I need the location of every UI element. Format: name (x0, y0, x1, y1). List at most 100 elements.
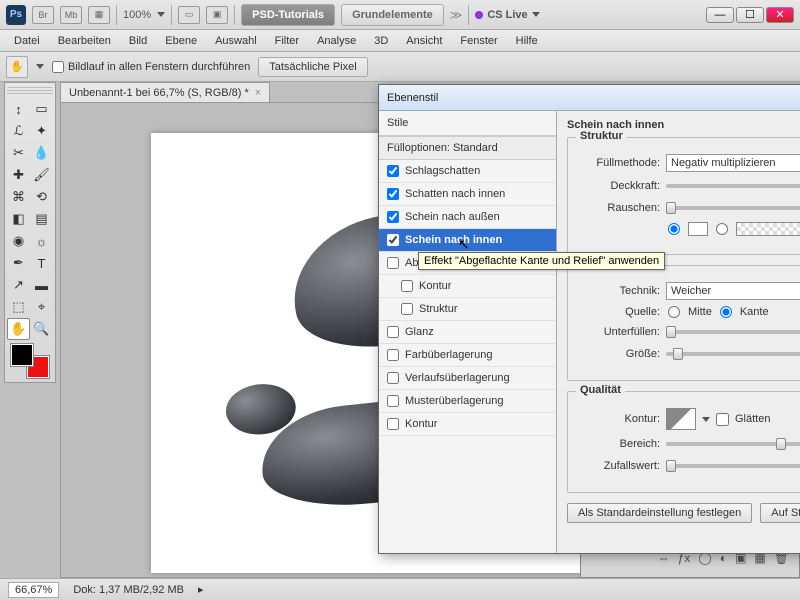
tool-brush[interactable]: 🖌 (30, 164, 53, 186)
tool-gradient[interactable]: ▤ (30, 208, 53, 230)
antialias-checkbox[interactable] (716, 413, 729, 426)
choke-slider[interactable] (666, 330, 800, 334)
blend-mode-select[interactable]: Negativ multiplizieren▾ (666, 154, 800, 172)
menu-bearbeiten[interactable]: Bearbeiten (50, 32, 119, 50)
tool-preset-dropdown-icon[interactable] (36, 64, 44, 69)
document-tab[interactable]: Unbenannt-1 bei 66,7% (S, RGB/8) * × (60, 82, 270, 102)
group-qualitaet: Qualität Kontur: Glätten Bereich: 50 Zuf… (567, 391, 800, 493)
tool-heal[interactable]: ✚ (7, 164, 30, 186)
menu-ebene[interactable]: Ebene (157, 32, 205, 50)
window-close[interactable]: ✕ (766, 7, 794, 23)
tool-pen[interactable]: ✒ (7, 252, 30, 274)
tool-eyedropper[interactable]: 💧 (30, 142, 53, 164)
tool-hand[interactable]: ✋ (7, 318, 30, 340)
workspace-psdtutorials[interactable]: PSD-Tutorials (241, 4, 335, 26)
tool-shape[interactable]: ▬ (30, 274, 53, 296)
style-musterueberlagerung[interactable]: Musterüberlagerung (379, 390, 556, 413)
cs-live-button[interactable]: CS Live (475, 9, 539, 21)
status-docsize[interactable]: Dok: 1,37 MB/2,92 MB (73, 584, 184, 596)
menu-auswahl[interactable]: Auswahl (207, 32, 265, 50)
style-kontur[interactable]: Kontur (379, 413, 556, 436)
workspace-more-icon[interactable]: ≫ (450, 8, 463, 22)
tool-dodge[interactable]: ☼ (30, 230, 53, 252)
arrange-button[interactable]: ▭ (178, 6, 200, 24)
tool-3d[interactable]: ⬚ (7, 296, 30, 318)
make-default-button[interactable]: Als Standardeinstellung festlegen (567, 503, 752, 523)
tool-move[interactable]: ↕ (7, 98, 30, 120)
layout-button[interactable]: ▦ (88, 6, 110, 24)
group-struktur-title: Struktur (576, 130, 627, 142)
dialog-titlebar[interactable]: Ebenenstil (379, 85, 800, 111)
color-source-radio[interactable] (668, 223, 680, 235)
style-bevel-kontur[interactable]: Kontur (379, 275, 556, 298)
reset-default-button[interactable]: Auf Stan (760, 503, 800, 523)
current-tool-hand-icon[interactable]: ✋ (6, 56, 28, 78)
tool-stamp[interactable]: ⌘ (7, 186, 30, 208)
tool-lasso[interactable]: ℒ (7, 120, 30, 142)
gradient-source-radio[interactable] (716, 223, 728, 235)
menu-analyse[interactable]: Analyse (309, 32, 364, 50)
glow-gradient-swatch[interactable] (736, 222, 800, 236)
tool-type[interactable]: T (30, 252, 53, 274)
source-edge-radio[interactable] (720, 306, 732, 318)
bridge-button[interactable]: Br (32, 6, 54, 24)
style-farbueberlagerung[interactable]: Farbüberlagerung (379, 344, 556, 367)
tool-blur[interactable]: ◉ (7, 230, 30, 252)
size-slider[interactable] (666, 352, 800, 356)
source-center-radio[interactable] (668, 306, 680, 318)
style-bevel-struktur[interactable]: Struktur (379, 298, 556, 321)
style-glanz[interactable]: Glanz (379, 321, 556, 344)
menu-datei[interactable]: Datei (6, 32, 48, 50)
range-slider[interactable] (666, 442, 800, 446)
tool-marquee[interactable]: ▭ (30, 98, 53, 120)
menu-hilfe[interactable]: Hilfe (508, 32, 546, 50)
blend-options-header[interactable]: Fülloptionen: Standard (379, 136, 556, 160)
tool-crop[interactable]: ✂ (7, 142, 30, 164)
workspace-grundelemente[interactable]: Grundelemente (341, 4, 444, 26)
window-maximize[interactable]: ☐ (736, 7, 764, 23)
jitter-slider[interactable] (666, 464, 800, 468)
color-swatches[interactable] (11, 344, 49, 378)
style-list: Stile Fülloptionen: Standard Schlagschat… (379, 111, 557, 553)
glow-color-swatch[interactable] (688, 222, 708, 236)
styles-header[interactable]: Stile (379, 111, 556, 136)
zoom-label[interactable]: 100% (123, 9, 151, 21)
actual-pixels-button[interactable]: Tatsächliche Pixel (258, 57, 367, 77)
minibridge-button[interactable]: Mb (60, 6, 82, 24)
window-minimize[interactable]: — (706, 7, 734, 23)
zoom-dropdown-icon[interactable] (157, 12, 165, 17)
scroll-all-checkbox[interactable]: Bildlauf in allen Fenstern durchführen (52, 61, 250, 73)
menu-3d[interactable]: 3D (366, 32, 396, 50)
options-bar: ✋ Bildlauf in allen Fenstern durchführen… (0, 52, 800, 82)
document-tab-close-icon[interactable]: × (255, 87, 261, 99)
menu-fenster[interactable]: Fenster (452, 32, 505, 50)
tool-zoom[interactable]: 🔍 (30, 318, 53, 340)
status-more-icon[interactable]: ▸ (198, 583, 204, 596)
tool-wand[interactable]: ✦ (30, 120, 53, 142)
tool-history[interactable]: ⟲ (30, 186, 53, 208)
menu-filter[interactable]: Filter (267, 32, 307, 50)
noise-slider[interactable] (666, 206, 800, 210)
menu-bild[interactable]: Bild (121, 32, 155, 50)
source-edge-label: Kante (740, 306, 769, 318)
tooltip: Effekt "Abgeflachte Kante und Relief" an… (418, 252, 665, 270)
style-schein-aussen[interactable]: Schein nach außen (379, 206, 556, 229)
tool-3dcam[interactable]: ⌖ (30, 296, 53, 318)
foreground-color-swatch[interactable] (11, 344, 33, 366)
panel-grabber[interactable] (7, 87, 53, 95)
tool-path[interactable]: ↗ (7, 274, 30, 296)
style-schatten-innen[interactable]: Schatten nach innen (379, 183, 556, 206)
opacity-slider[interactable] (666, 184, 800, 188)
contour-picker[interactable] (666, 408, 696, 430)
app-logo: Ps (6, 5, 26, 25)
menu-ansicht[interactable]: Ansicht (398, 32, 450, 50)
jitter-label: Zufallswert: (578, 460, 660, 472)
tool-eraser[interactable]: ◧ (7, 208, 30, 230)
status-zoom[interactable]: 66,67% (8, 582, 59, 598)
group-struktur: Struktur Füllmethode: Negativ multiplizi… (567, 137, 800, 255)
style-schlagschatten[interactable]: Schlagschatten (379, 160, 556, 183)
technique-select[interactable]: Weicher▾ (666, 282, 800, 300)
style-verlaufsueberlagerung[interactable]: Verlaufsüberlagerung (379, 367, 556, 390)
screenmode-button[interactable]: ▣ (206, 6, 228, 24)
style-schein-innen[interactable]: Schein nach innen (379, 229, 556, 252)
